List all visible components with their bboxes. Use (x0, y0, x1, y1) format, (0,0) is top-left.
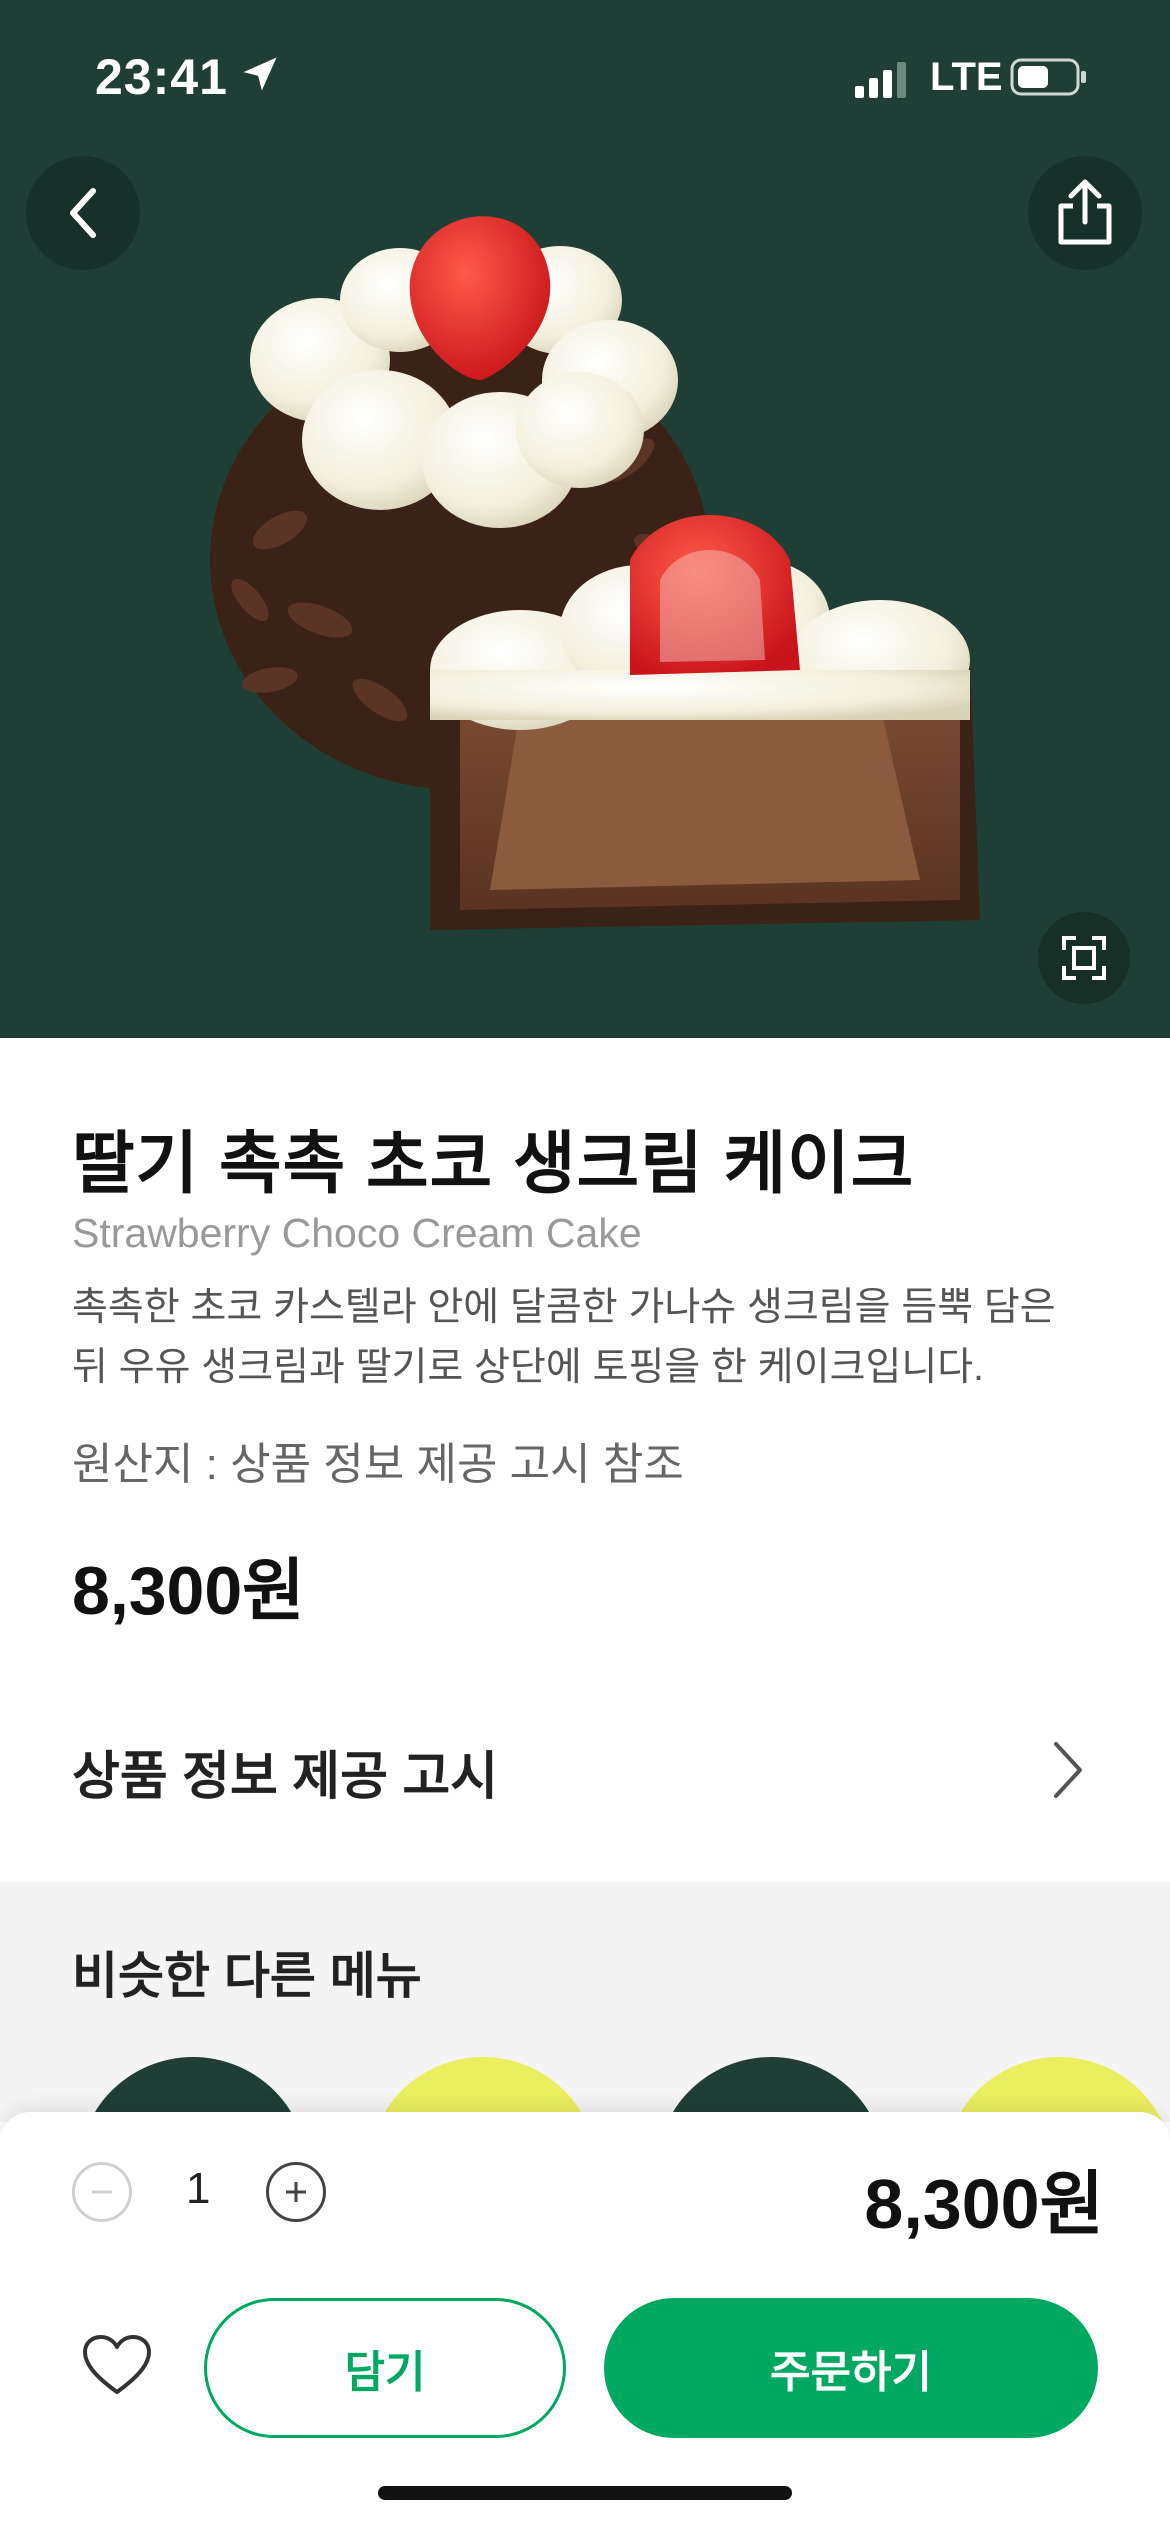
product-origin: 원산지 : 상품 정보 제공 고시 참조 (72, 1440, 684, 1489)
status-bar: 23:41 LTE (0, 0, 1170, 150)
add-to-cart-button[interactable]: 담기 (204, 2298, 566, 2438)
signal-icon (855, 62, 906, 98)
order-button[interactable]: 주문하기 (604, 2298, 1098, 2438)
back-icon (70, 188, 96, 238)
minus-icon (92, 2190, 112, 2194)
network-type: LTE (930, 55, 1003, 99)
status-time: 23:41 (95, 49, 228, 105)
home-indicator[interactable] (378, 2486, 792, 2500)
share-button[interactable] (1028, 156, 1142, 270)
product-image (210, 216, 980, 930)
product-price: 8,300원 (72, 1553, 305, 1629)
plus-icon (286, 2182, 306, 2202)
product-name: 딸기 촉촉 초코 생크림 케이크 (72, 1126, 915, 1202)
back-button[interactable] (26, 156, 140, 270)
similar-menu-title: 비슷한 다른 메뉴 (72, 1948, 422, 2004)
share-icon (1058, 179, 1112, 245)
heart-icon[interactable] (82, 2334, 152, 2396)
quantity-value: 1 (186, 2164, 211, 2213)
quantity-increase-button[interactable] (266, 2162, 326, 2222)
product-hero: 23:41 LTE (0, 0, 1170, 1038)
product-info-notice-row[interactable]: 상품 정보 제공 고시 (0, 1700, 1170, 1840)
similar-menu-section: 비슷한 다른 메뉴 (0, 1882, 1170, 2122)
chevron-right-icon (1054, 1742, 1082, 1798)
info-notice-label: 상품 정보 제공 고시 (72, 1748, 499, 1806)
location-arrow-icon (243, 57, 277, 91)
order-total: 8,300원 (864, 2165, 1104, 2243)
product-name-en: Strawberry Choco Cream Cake (72, 1210, 642, 1256)
battery-icon (1010, 58, 1086, 96)
order-bar: 1 8,300원 담기 주문하기 (0, 2112, 1170, 2532)
zoom-button[interactable] (1038, 912, 1130, 1004)
product-description: 촉촉한 초코 카스텔라 안에 달콤한 가나슈 생크림을 듬뿍 담은 뒤 우유 생… (72, 1286, 1056, 1389)
zoom-icon (1062, 936, 1106, 980)
quantity-decrease-button[interactable] (72, 2162, 132, 2222)
